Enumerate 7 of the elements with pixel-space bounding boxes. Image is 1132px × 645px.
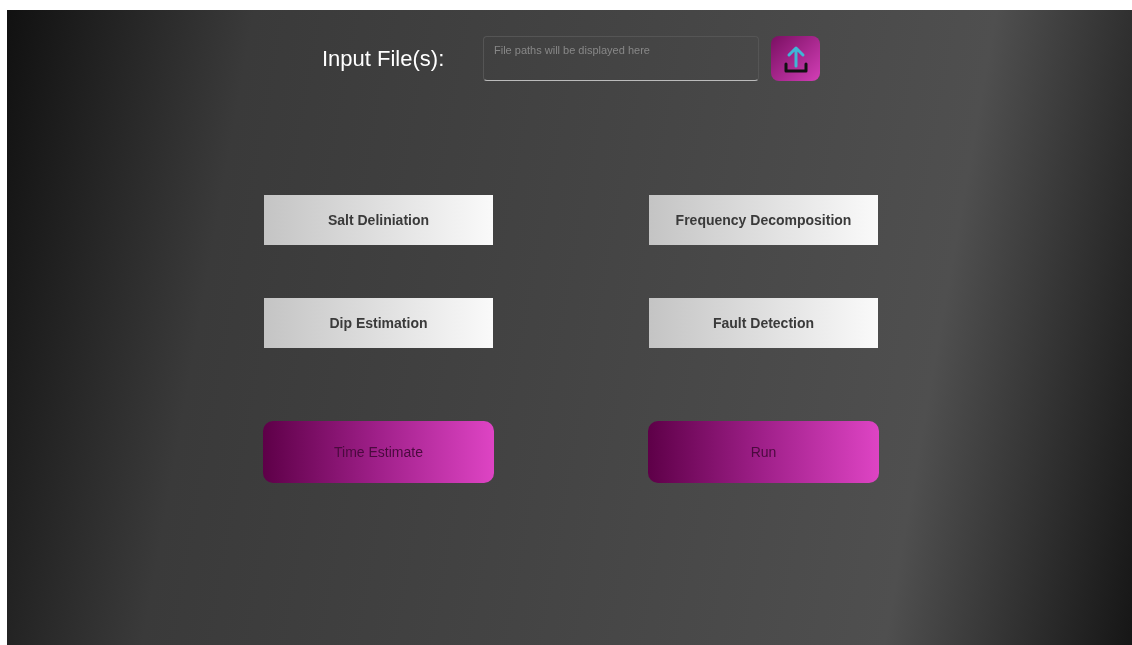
- option-button[interactable]: Frequency Decomposition: [649, 195, 878, 245]
- upload-button[interactable]: [771, 36, 820, 81]
- input-label: Input File(s):: [322, 45, 446, 73]
- option-button[interactable]: Dip Estimation: [264, 298, 493, 348]
- file-path-field[interactable]: File paths will be displayed here: [483, 36, 759, 81]
- option-button[interactable]: Fault Detection: [649, 298, 878, 348]
- option-button[interactable]: Salt Deliniation: [264, 195, 493, 245]
